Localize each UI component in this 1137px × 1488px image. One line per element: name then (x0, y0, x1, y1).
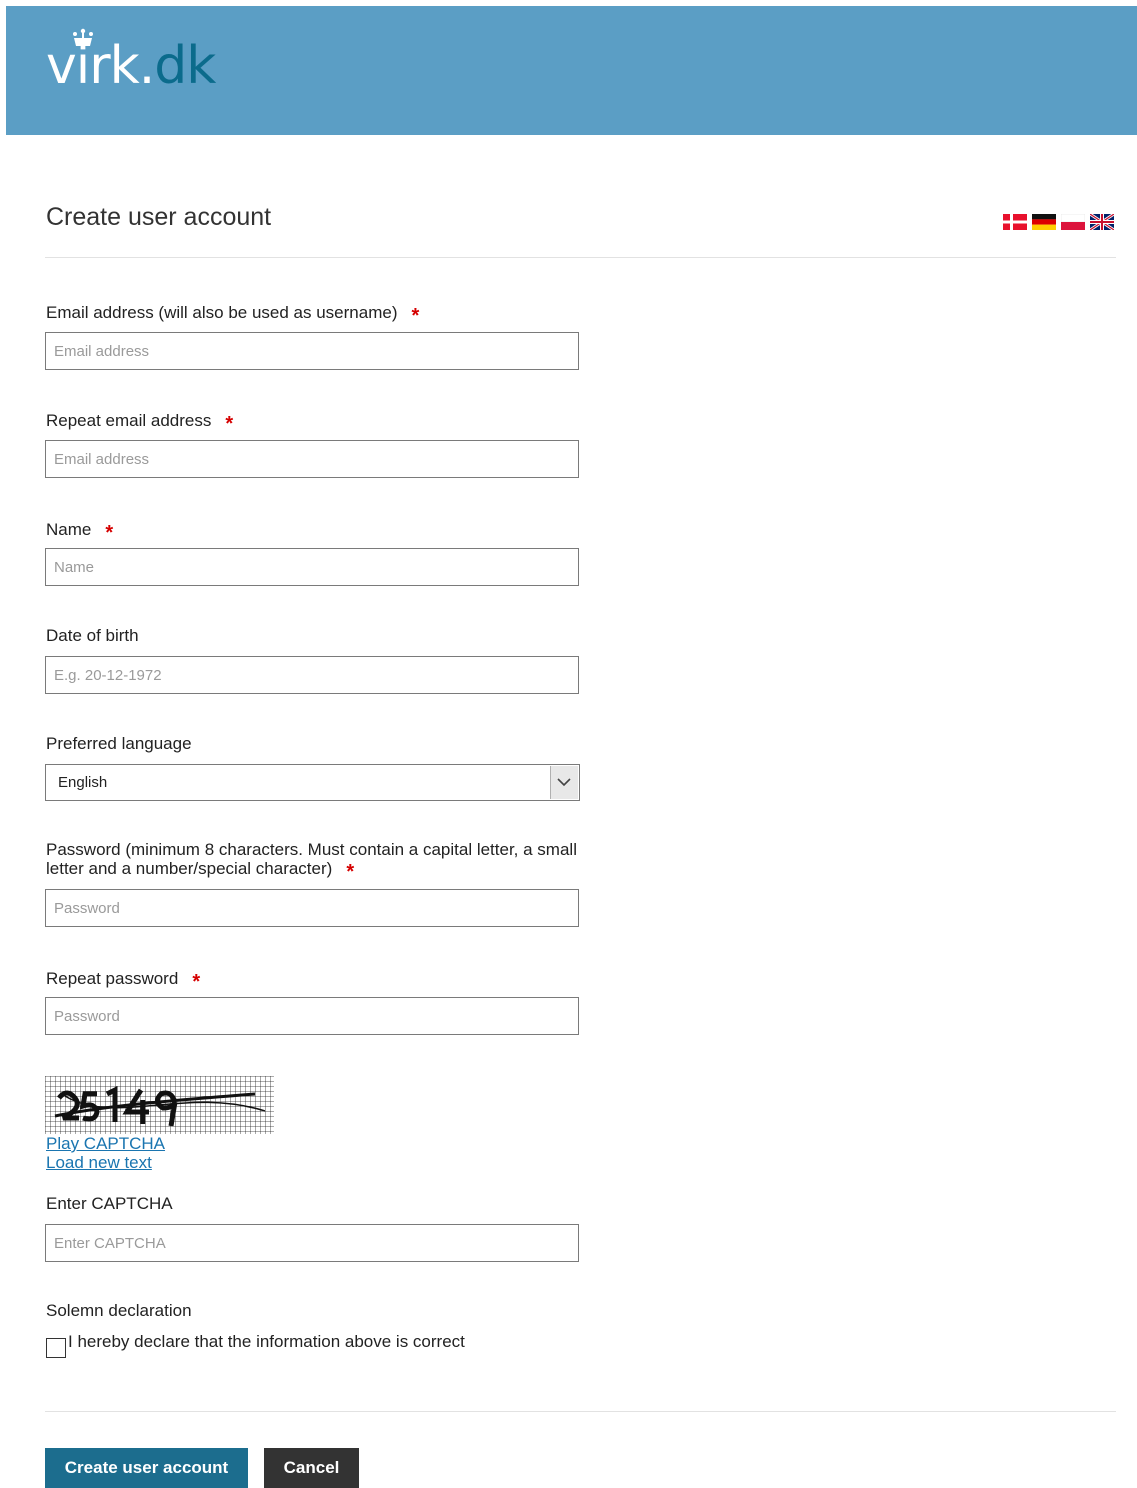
captcha-input[interactable] (45, 1224, 579, 1262)
cancel-button[interactable]: Cancel (264, 1448, 359, 1488)
create-account-button[interactable]: Create user account (45, 1448, 248, 1488)
email-label: Email address (will also be used as user… (46, 301, 420, 327)
repeat-email-input[interactable] (45, 440, 579, 478)
required-marker: * (105, 522, 114, 544)
captcha-image (45, 1076, 274, 1134)
flag-de-icon[interactable] (1032, 214, 1056, 230)
repeat-password-input[interactable] (45, 997, 579, 1035)
password-label: Password (minimum 8 characters. Must con… (46, 840, 577, 883)
required-marker: * (411, 305, 420, 327)
language-select[interactable]: English (45, 764, 580, 801)
page-title: Create user account (46, 203, 272, 231)
language-switcher (1003, 214, 1114, 230)
flag-pl-icon[interactable] (1061, 214, 1085, 230)
play-captcha-link[interactable]: Play CAPTCHA (46, 1134, 165, 1154)
repeat-password-label: Repeat password * (46, 967, 201, 993)
site-header: virk.dk (6, 6, 1137, 135)
dob-label: Date of birth (46, 626, 139, 645)
logo-dot: . (138, 36, 156, 96)
repeat-email-label-text: Repeat email address (46, 411, 212, 430)
password-input[interactable] (45, 889, 579, 927)
repeat-password-label-text: Repeat password (46, 969, 179, 988)
password-label-line2: letter and a number/special character) (46, 859, 333, 878)
password-label-line1: Password (minimum 8 characters. Must con… (46, 840, 577, 859)
name-input[interactable] (45, 548, 579, 586)
logo-main: virk (46, 36, 140, 96)
captcha-label: Enter CAPTCHA (46, 1194, 173, 1213)
logo-tld: dk (154, 36, 216, 96)
name-label-text: Name (46, 520, 92, 539)
title-divider (45, 257, 1116, 258)
language-label: Preferred language (46, 734, 192, 753)
declaration-checkbox-label[interactable]: I hereby declare that the information ab… (68, 1332, 465, 1352)
required-marker: * (225, 413, 234, 435)
declaration-heading: Solemn declaration (46, 1301, 192, 1320)
email-label-text: Email address (will also be used as user… (46, 303, 398, 322)
required-marker: * (346, 861, 355, 883)
flag-dk-icon[interactable] (1003, 214, 1027, 230)
actions-divider (45, 1411, 1116, 1412)
select-dropdown-button[interactable] (550, 766, 578, 799)
name-label: Name * (46, 518, 114, 544)
language-select-value: English (58, 774, 108, 791)
logo-wordmark: virk.dk (46, 36, 216, 96)
repeat-email-label: Repeat email address * (46, 409, 234, 435)
required-marker: * (192, 971, 201, 993)
declaration-checkbox[interactable] (46, 1338, 66, 1358)
email-input[interactable] (45, 332, 579, 370)
flag-gb-icon[interactable] (1090, 214, 1114, 230)
dob-input[interactable] (45, 656, 579, 694)
chevron-down-icon (557, 778, 571, 787)
load-new-text-link[interactable]: Load new text (46, 1153, 152, 1173)
virk-logo[interactable]: virk.dk (46, 28, 226, 98)
